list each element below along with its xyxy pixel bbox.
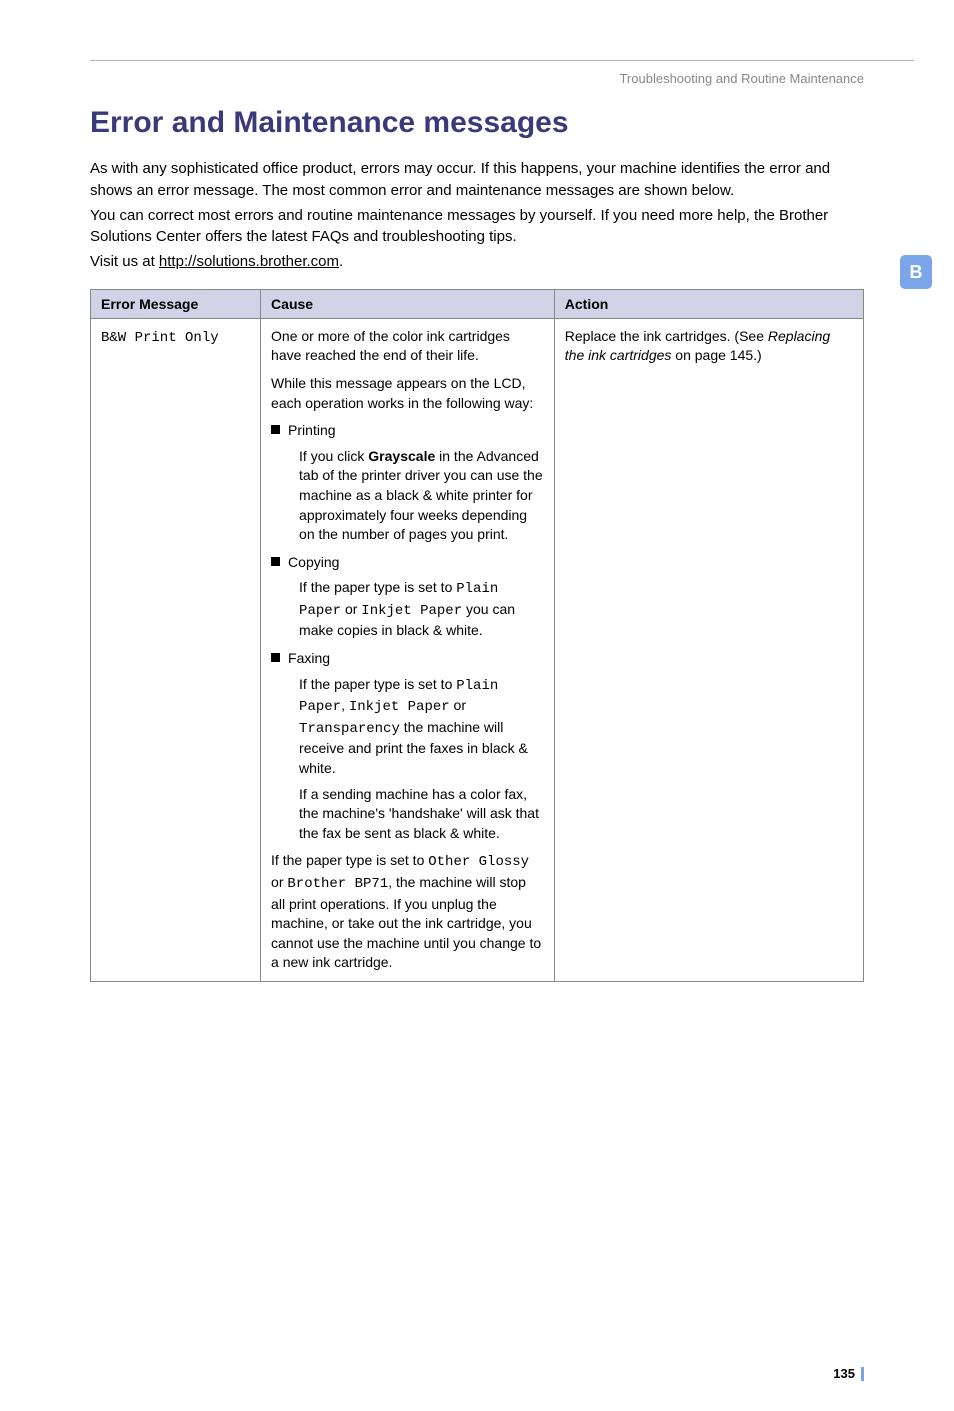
faxing-desc-1: If the paper type is set to Plain Paper,… [271,675,544,779]
p3-m2: Brother BP71 [287,876,388,892]
header-cause: Cause [261,289,555,318]
grayscale-bold: Grayscale [368,448,435,464]
error-code-text: B&W Print Only [101,330,219,346]
cause-p1: One or more of the color ink cartridges … [271,327,544,366]
intro-period: . [339,253,343,270]
copying-t2: or [341,601,361,617]
bullet-faxing: Faxing [271,649,544,669]
p3-t2: or [271,874,287,890]
faxing-t1: If the paper type is set to [299,676,456,692]
faxing-t2: or [450,697,466,713]
copying-desc: If the paper type is set to Plain Paper … [271,578,544,641]
bullet-printing-label: Printing [288,421,335,441]
page-number-text: 135 [833,1366,855,1381]
intro-paragraph-1: As with any sophisticated office product… [90,158,864,202]
square-bullet-icon [271,425,280,434]
top-divider [90,60,914,61]
header-action: Action [554,289,863,318]
action-t1: Replace the ink cartridges. (See [565,328,768,344]
page-number: 135 [833,1366,864,1381]
intro-visit-text: Visit us at [90,253,159,270]
printing-desc: If you click Grayscale in the Advanced t… [271,447,544,545]
action-t2: on page 145.) [671,347,761,363]
square-bullet-icon [271,557,280,566]
cell-error-message: B&W Print Only [91,318,261,981]
faxing-t1b: , [341,697,349,713]
p3-t1: If the paper type is set to [271,852,428,868]
copying-m2: Inkjet Paper [361,603,462,619]
table-row: B&W Print Only One or more of the color … [91,318,864,981]
printing-text-pre: If you click [299,448,368,464]
bullet-copying-label: Copying [288,553,339,573]
table-header-row: Error Message Cause Action [91,289,864,318]
page-heading: Error and Maintenance messages [90,106,864,140]
bullet-faxing-label: Faxing [288,649,330,669]
section-tab: B [900,255,932,289]
error-table: Error Message Cause Action B&W Print Onl… [90,289,864,982]
faxing-m3: Transparency [299,721,400,737]
square-bullet-icon [271,653,280,662]
cell-action: Replace the ink cartridges. (See Replaci… [554,318,863,981]
page-number-bar-icon [861,1367,864,1381]
solutions-link[interactable]: http://solutions.brother.com [159,253,339,270]
copying-t1: If the paper type is set to [299,579,456,595]
cause-p2: While this message appears on the LCD, e… [271,374,544,413]
intro-visit-line: Visit us at http://solutions.brother.com… [90,251,864,273]
cell-cause: One or more of the color ink cartridges … [261,318,555,981]
header-error-message: Error Message [91,289,261,318]
paper-type-note: If the paper type is set to Other Glossy… [271,851,544,973]
bullet-printing: Printing [271,421,544,441]
faxing-desc-2: If a sending machine has a color fax, th… [271,785,544,844]
faxing-m2: Inkjet Paper [349,699,450,715]
bullet-copying: Copying [271,553,544,573]
breadcrumb: Troubleshooting and Routine Maintenance [0,71,864,86]
p3-m1: Other Glossy [428,854,529,870]
intro-paragraph-2: You can correct most errors and routine … [90,205,864,249]
